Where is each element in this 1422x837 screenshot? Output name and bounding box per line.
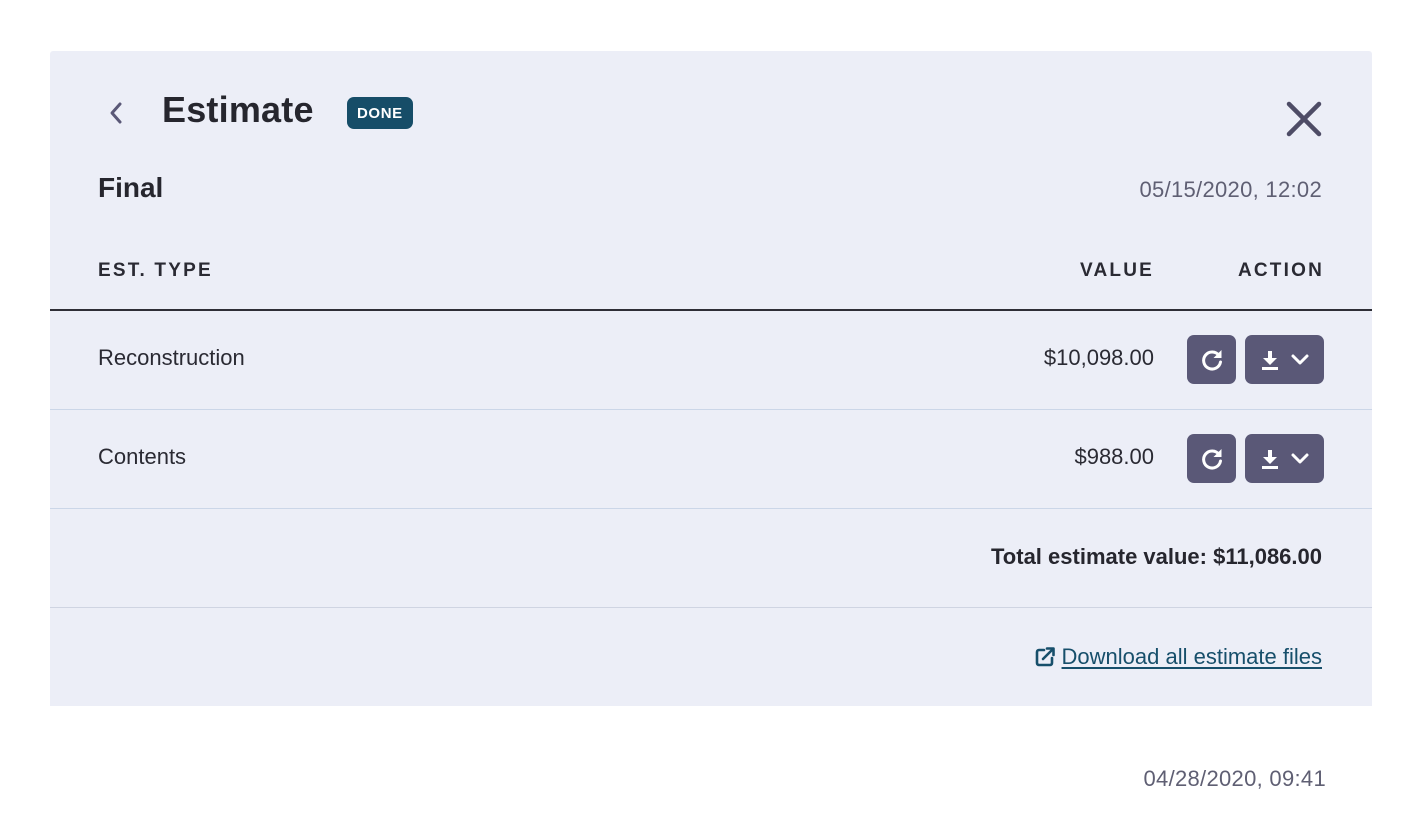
row-value: $988.00 bbox=[1074, 444, 1154, 469]
row-value: $10,098.00 bbox=[1043, 345, 1154, 370]
close-button[interactable] bbox=[1284, 99, 1324, 139]
download-all-link[interactable]: Download all estimate files bbox=[1034, 644, 1322, 670]
download-dropdown-button[interactable] bbox=[1245, 335, 1324, 384]
estimate-label: Final bbox=[98, 172, 164, 203]
total-row: Total estimate value: $11,086.00 bbox=[50, 509, 1372, 608]
column-header-value: VALUE bbox=[1080, 260, 1154, 281]
total-estimate-value: Total estimate value: $11,086.00 bbox=[991, 544, 1322, 569]
download-icon bbox=[1261, 449, 1278, 469]
row-type: Contents bbox=[98, 444, 187, 469]
refresh-icon bbox=[1201, 349, 1222, 370]
row-type: Reconstruction bbox=[98, 345, 245, 370]
download-icon bbox=[1261, 350, 1278, 370]
chevron-down-icon bbox=[1291, 354, 1308, 364]
refresh-button[interactable] bbox=[1187, 434, 1236, 483]
table-row: Reconstruction $10,098.00 bbox=[50, 311, 1372, 410]
estimate-panel: Estimate DONE Final 05/15/2020, 12:02 ES… bbox=[50, 51, 1372, 706]
status-badge: DONE bbox=[347, 97, 413, 129]
external-link-icon bbox=[1035, 647, 1055, 667]
table-row: Contents $988.00 bbox=[50, 410, 1372, 509]
page-title: Estimate bbox=[162, 89, 314, 130]
column-header-type: EST. TYPE bbox=[98, 260, 213, 281]
chevron-down-icon bbox=[1291, 453, 1308, 463]
refresh-icon bbox=[1201, 448, 1222, 469]
column-header-action: ACTION bbox=[1237, 260, 1324, 281]
download-dropdown-button[interactable] bbox=[1245, 434, 1324, 483]
close-icon bbox=[1286, 101, 1322, 137]
previous-estimate-timestamp: 04/28/2020, 09:41 bbox=[1143, 766, 1326, 791]
download-all-label[interactable]: Download all estimate files bbox=[1062, 644, 1322, 670]
back-button[interactable] bbox=[102, 97, 130, 129]
chevron-left-icon bbox=[110, 102, 122, 124]
estimate-timestamp: 05/15/2020, 12:02 bbox=[1139, 177, 1322, 202]
refresh-button[interactable] bbox=[1187, 335, 1236, 384]
